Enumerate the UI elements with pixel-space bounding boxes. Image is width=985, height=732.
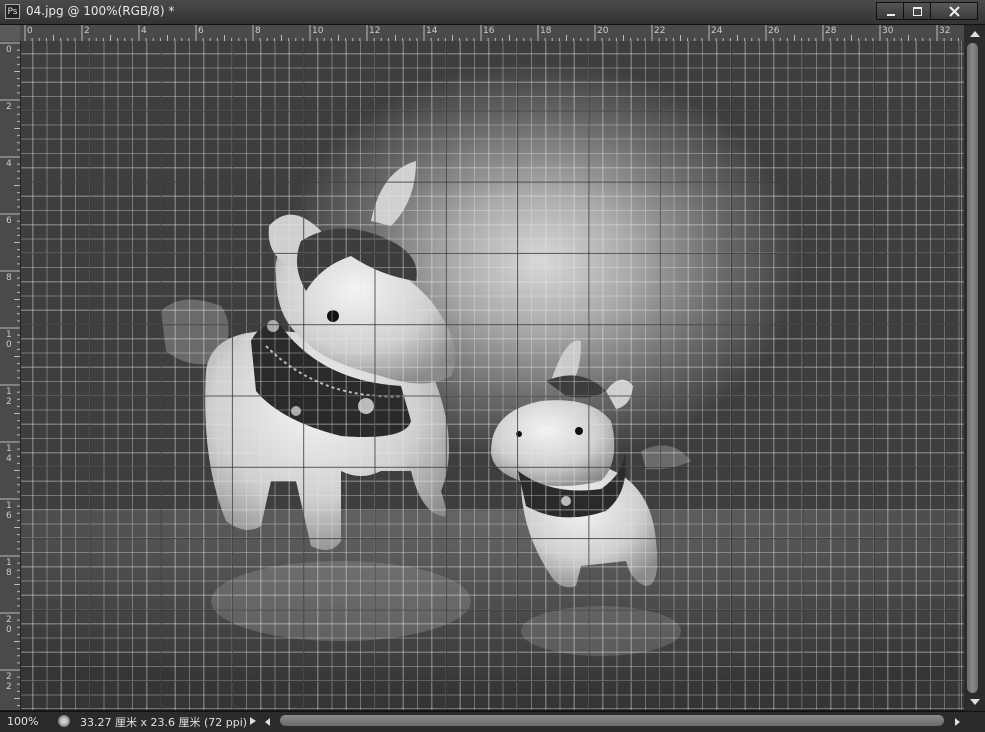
ruler-label: 22 xyxy=(6,672,12,692)
ruler-label: 30 xyxy=(882,26,894,36)
status-menu-arrow-icon[interactable] xyxy=(250,717,256,725)
ruler-label: 14 xyxy=(426,26,438,36)
ruler-label: 24 xyxy=(711,26,723,36)
close-button[interactable] xyxy=(930,2,978,20)
ruler-label: 2 xyxy=(6,102,12,112)
ruler-label: 6 xyxy=(198,26,204,36)
ruler-label: 12 xyxy=(6,387,12,407)
scroll-up-arrow-icon[interactable] xyxy=(970,31,980,37)
canvas-image xyxy=(21,161,964,710)
ruler-label: 12 xyxy=(369,26,381,36)
horizontal-scroll-thumb[interactable] xyxy=(280,715,944,726)
large-unicorn-figure xyxy=(161,161,456,550)
vertical-scrollbar[interactable] xyxy=(964,25,985,711)
status-bar: 100% 33.27 厘米 x 23.6 厘米 (72 ppi) xyxy=(0,711,985,732)
scroll-left-arrow-icon[interactable] xyxy=(265,718,270,726)
ruler-label: 2 xyxy=(84,26,90,36)
maximize-icon xyxy=(913,7,922,16)
ruler-label: 18 xyxy=(6,558,12,578)
zoom-level[interactable]: 100% xyxy=(7,715,38,728)
ruler-label: 10 xyxy=(6,330,12,350)
ruler-label: 20 xyxy=(597,26,609,36)
document-title-bar[interactable]: Ps 04.jpg @ 100%(RGB/8) * xyxy=(0,0,985,25)
ruler-label: 6 xyxy=(6,216,12,226)
vertical-ruler[interactable]: 0 2 4 6 8 10 12 14 16 18 20 22 xyxy=(0,41,21,710)
ruler-label: 8 xyxy=(255,26,261,36)
maximize-button[interactable] xyxy=(903,2,931,20)
ruler-label: 8 xyxy=(6,273,12,283)
ruler-label: 0 xyxy=(6,45,12,55)
ruler-label: 4 xyxy=(141,26,147,36)
image-canvas[interactable] xyxy=(21,41,964,710)
ruler-label: 20 xyxy=(6,615,12,635)
status-info-icon[interactable] xyxy=(58,715,70,727)
ruler-label: 18 xyxy=(540,26,552,36)
close-icon xyxy=(949,6,960,17)
ruler-label: 32 xyxy=(939,26,951,36)
vertical-scroll-thumb[interactable] xyxy=(967,43,978,693)
scroll-right-arrow-icon[interactable] xyxy=(955,718,960,726)
ruler-origin-corner[interactable] xyxy=(0,25,20,41)
horizontal-ruler[interactable]: 0 2 4 6 8 10 12 14 16 18 20 22 24 26 28 30 32 xyxy=(20,25,964,42)
photoshop-app-icon: Ps xyxy=(5,4,20,19)
ruler-label: 0 xyxy=(27,26,33,36)
minimize-button[interactable] xyxy=(876,2,904,20)
ruler-label: 4 xyxy=(6,159,12,169)
ruler-label: 22 xyxy=(654,26,666,36)
minimize-icon xyxy=(887,14,895,16)
vertical-ruler-ticks xyxy=(0,42,20,707)
ruler-label: 26 xyxy=(768,26,780,36)
ruler-label: 10 xyxy=(312,26,324,36)
scroll-down-arrow-icon[interactable] xyxy=(970,699,980,705)
document-size-info: 33.27 厘米 x 23.6 厘米 (72 ppi) xyxy=(80,716,248,729)
document-title: 04.jpg @ 100%(RGB/8) * xyxy=(26,4,175,18)
ruler-label: 28 xyxy=(825,26,837,36)
ruler-label: 14 xyxy=(6,444,12,464)
ruler-label: 16 xyxy=(483,26,495,36)
ruler-label: 16 xyxy=(6,501,12,521)
